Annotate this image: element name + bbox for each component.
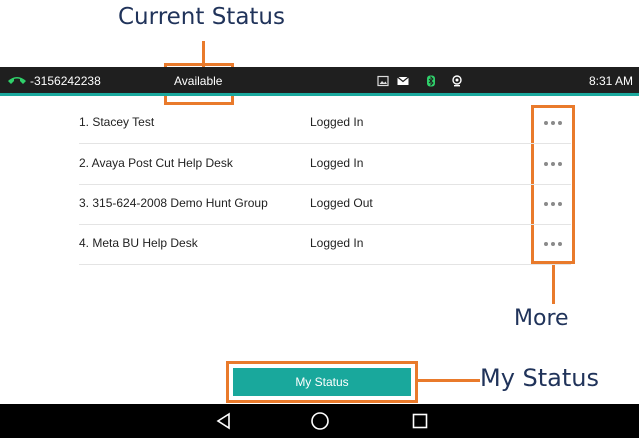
my-status-button[interactable]: My Status <box>233 368 411 396</box>
bluetooth-icon <box>427 75 435 87</box>
phone-number: -3156242238 <box>30 74 101 88</box>
queue-name: 1. Stacey Test <box>79 115 155 129</box>
more-callout-label: More <box>514 306 569 331</box>
my-status-callout-line <box>418 379 480 382</box>
queue-login-status: Logged In <box>310 115 364 129</box>
status-bar-accent <box>0 93 639 96</box>
more-callout-line <box>552 264 555 304</box>
more-options-icon[interactable] <box>542 157 568 171</box>
availability-status[interactable]: Available <box>174 74 222 88</box>
more-options-icon[interactable] <box>542 197 568 211</box>
status-bar: -3156242238 Available 8:31 AM <box>0 67 639 96</box>
clock: 8:31 AM <box>588 74 633 88</box>
mail-icon <box>397 76 409 85</box>
queue-login-status: Logged In <box>310 156 364 170</box>
queue-name: 4. Meta BU Help Desk <box>79 236 198 250</box>
current-status-callout-label: Current Status <box>118 4 285 30</box>
image-icon <box>377 75 389 87</box>
navigation-bar <box>0 404 639 438</box>
queue-name: 2. Avaya Post Cut Help Desk <box>79 156 233 170</box>
queue-row[interactable]: 2. Avaya Post Cut Help Desk Logged In <box>79 144 571 185</box>
queue-row[interactable]: 1. Stacey Test Logged In <box>79 103 571 144</box>
phone-handset-icon[interactable] <box>6 75 28 87</box>
location-icon <box>452 75 462 87</box>
more-options-icon[interactable] <box>542 116 568 130</box>
back-icon[interactable] <box>214 411 234 431</box>
queue-row[interactable]: 3. 315-624-2008 Demo Hunt Group Logged O… <box>79 184 571 225</box>
more-options-icon[interactable] <box>542 237 568 251</box>
queue-name: 3. 315-624-2008 Demo Hunt Group <box>79 196 268 210</box>
my-status-callout-label: My Status <box>480 364 600 392</box>
recents-icon[interactable] <box>410 411 430 431</box>
home-icon[interactable] <box>310 411 330 431</box>
queue-login-status: Logged Out <box>310 196 373 210</box>
queue-login-status: Logged In <box>310 236 364 250</box>
queue-row[interactable]: 4. Meta BU Help Desk Logged In <box>79 224 571 265</box>
